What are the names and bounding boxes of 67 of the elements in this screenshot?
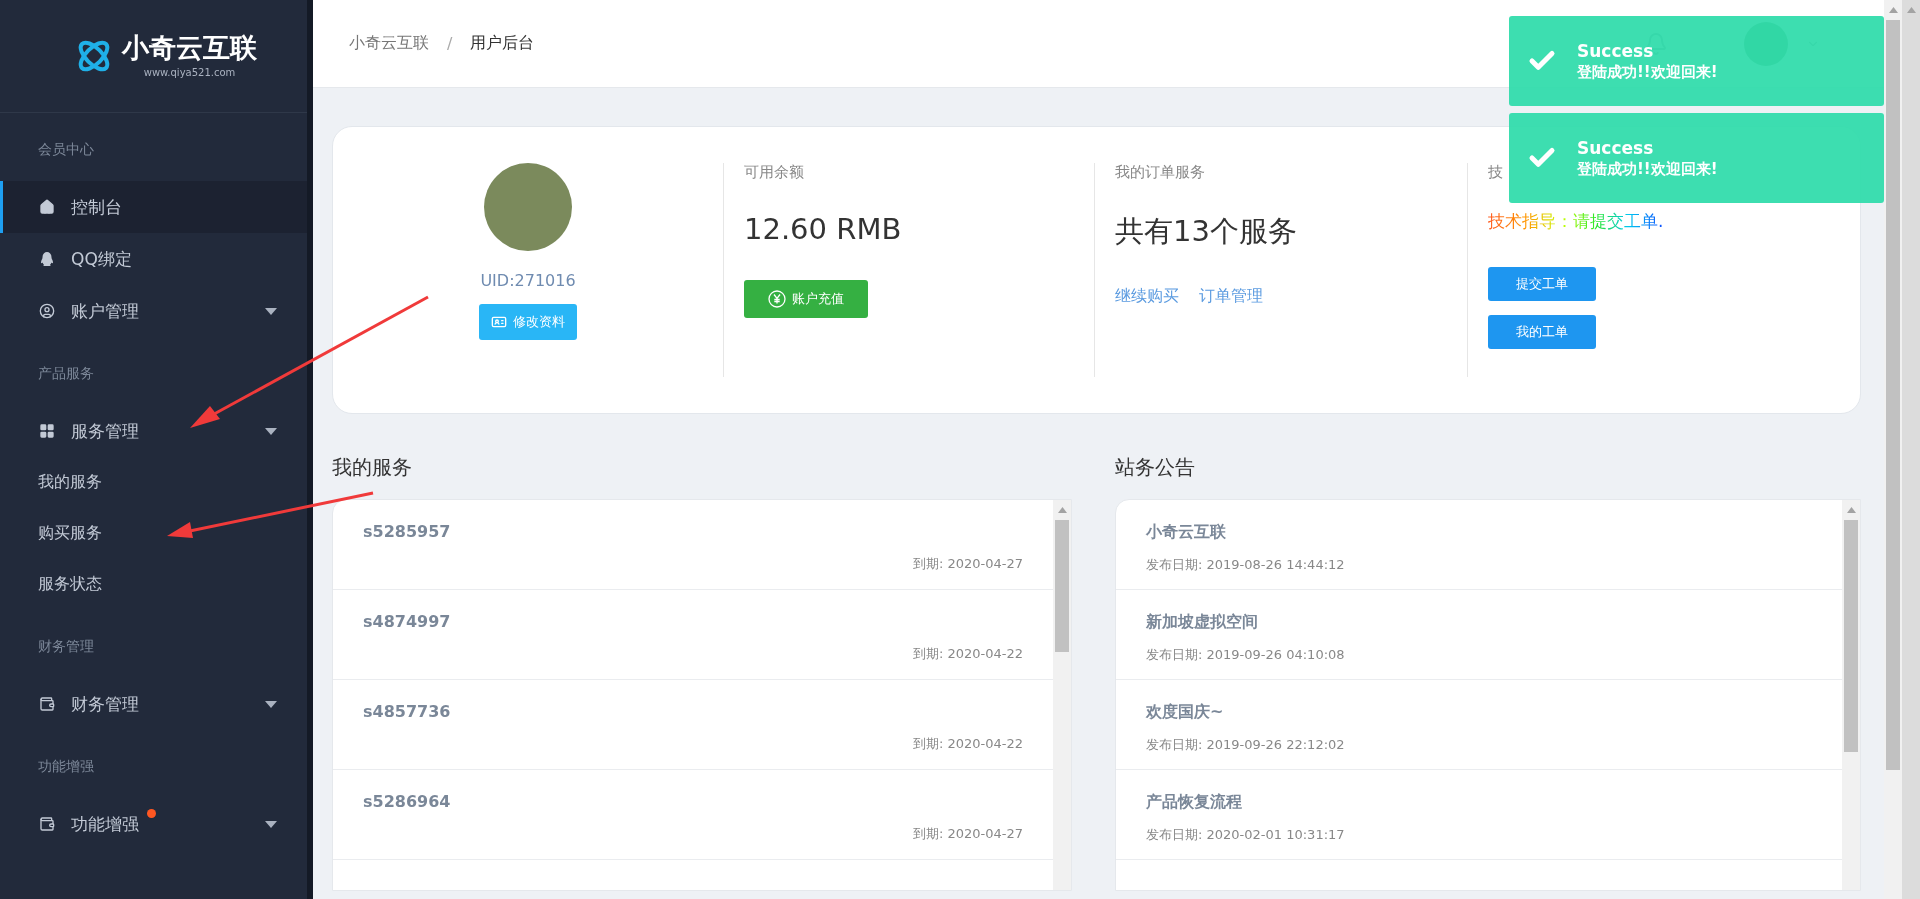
toast-message: 登陆成功!!欢迎回来! — [1577, 159, 1718, 179]
service-id[interactable]: s5285957 — [363, 522, 1023, 541]
sidebar-section-title: 功能增强 — [37, 757, 95, 776]
ticket-button[interactable]: 我的工单 — [1488, 315, 1596, 349]
orders-count: 共有13个服务 — [1115, 213, 1298, 250]
scrollbar[interactable] — [1884, 0, 1902, 899]
sidebar-section-title: 财务管理 — [37, 637, 95, 656]
edit-profile-button[interactable]: 修改资料 — [479, 304, 577, 340]
sidebar-item[interactable]: 服务管理 — [0, 405, 307, 457]
publish-date: 发布日期: 2019-08-26 14:44:12 — [1146, 556, 1346, 574]
announcement-title[interactable]: 欢度国庆~ — [1146, 702, 1812, 723]
breadcrumb-separator: / — [447, 34, 453, 53]
ticket-button[interactable]: 提交工单 — [1488, 267, 1596, 301]
service-id[interactable]: s5286964 — [363, 792, 1023, 811]
section-title: 我的服务 — [332, 454, 413, 481]
announcement-title[interactable]: 小奇云互联 — [1146, 522, 1812, 543]
scrollbar[interactable] — [1842, 500, 1860, 890]
order-link[interactable]: 订单管理 — [1199, 286, 1263, 307]
wallet-icon — [39, 816, 55, 832]
sidebar-item[interactable]: QQ绑定 — [0, 233, 307, 285]
order-link[interactable]: 继续购买 — [1115, 286, 1179, 307]
logo-url: www.qiya521.com — [142, 67, 237, 78]
publish-date: 发布日期: 2019-09-26 22:12:02 — [1146, 736, 1346, 754]
recharge-button[interactable]: 账户充值 — [744, 280, 868, 318]
expiry-date: 到期: 2020-04-27 — [912, 825, 1023, 843]
expiry-date: 到期: 2020-04-27 — [912, 555, 1023, 573]
sidebar-subitem[interactable]: 购买服务 — [0, 508, 307, 559]
yen-icon — [768, 290, 786, 308]
sidebar-item[interactable]: 财务管理 — [0, 678, 307, 730]
sidebar-item[interactable]: 账户管理 — [0, 285, 307, 337]
announcement-title[interactable]: 新加坡虚拟空间 — [1146, 612, 1812, 633]
publish-date: 发布日期: 2019-09-26 04:10:08 — [1146, 646, 1346, 664]
sidebar-section-title: 会员中心 — [37, 140, 95, 159]
scroll-up-icon[interactable] — [1057, 507, 1067, 513]
section-title: 站务公告 — [1115, 454, 1196, 481]
balance-value: 12.60 RMB — [744, 212, 903, 246]
penguin-icon — [39, 251, 55, 267]
user-id: UID:271016 — [480, 271, 576, 290]
support-text: 技术指导：请提交工单. — [1488, 210, 1664, 233]
home-icon — [39, 199, 55, 215]
sidebar-subitem[interactable]: 我的服务 — [0, 457, 307, 508]
user-icon — [39, 303, 55, 319]
expiry-date: 到期: 2020-04-22 — [912, 645, 1023, 663]
support-label: 技 — [1488, 163, 1503, 182]
logo-name: 小奇云互联 — [122, 34, 257, 61]
service-id[interactable]: s4857736 — [363, 702, 1023, 721]
scrollbar[interactable] — [1053, 500, 1071, 890]
service-id[interactable]: s4874997 — [363, 612, 1023, 631]
expiry-date: 到期: 2020-04-22 — [912, 735, 1023, 753]
toast-title: Success — [1577, 137, 1655, 158]
toast-title: Success — [1577, 40, 1655, 61]
sidebar-item[interactable]: 控制台 — [0, 181, 307, 233]
balance-label: 可用余额 — [744, 163, 804, 182]
id-card-icon — [491, 314, 507, 330]
publish-date: 发布日期: 2020-02-01 10:31:17 — [1146, 826, 1346, 844]
announcement-title[interactable]: 产品恢复流程 — [1146, 792, 1812, 813]
breadcrumb-link[interactable]: 用户后台 — [470, 33, 535, 54]
sidebar-item[interactable]: 功能增强 — [0, 798, 307, 850]
grid-icon — [39, 423, 55, 439]
scroll-up-icon[interactable] — [1846, 507, 1856, 513]
scrollbar[interactable] — [1902, 0, 1920, 899]
sidebar-subitem[interactable]: 服务状态 — [0, 559, 307, 610]
wallet-icon — [39, 696, 55, 712]
orders-label: 我的订单服务 — [1115, 163, 1205, 182]
sidebar-section-title: 产品服务 — [37, 364, 95, 383]
toast-message: 登陆成功!!欢迎回来! — [1577, 62, 1718, 82]
breadcrumb-link[interactable]: 小奇云互联 — [349, 33, 429, 54]
